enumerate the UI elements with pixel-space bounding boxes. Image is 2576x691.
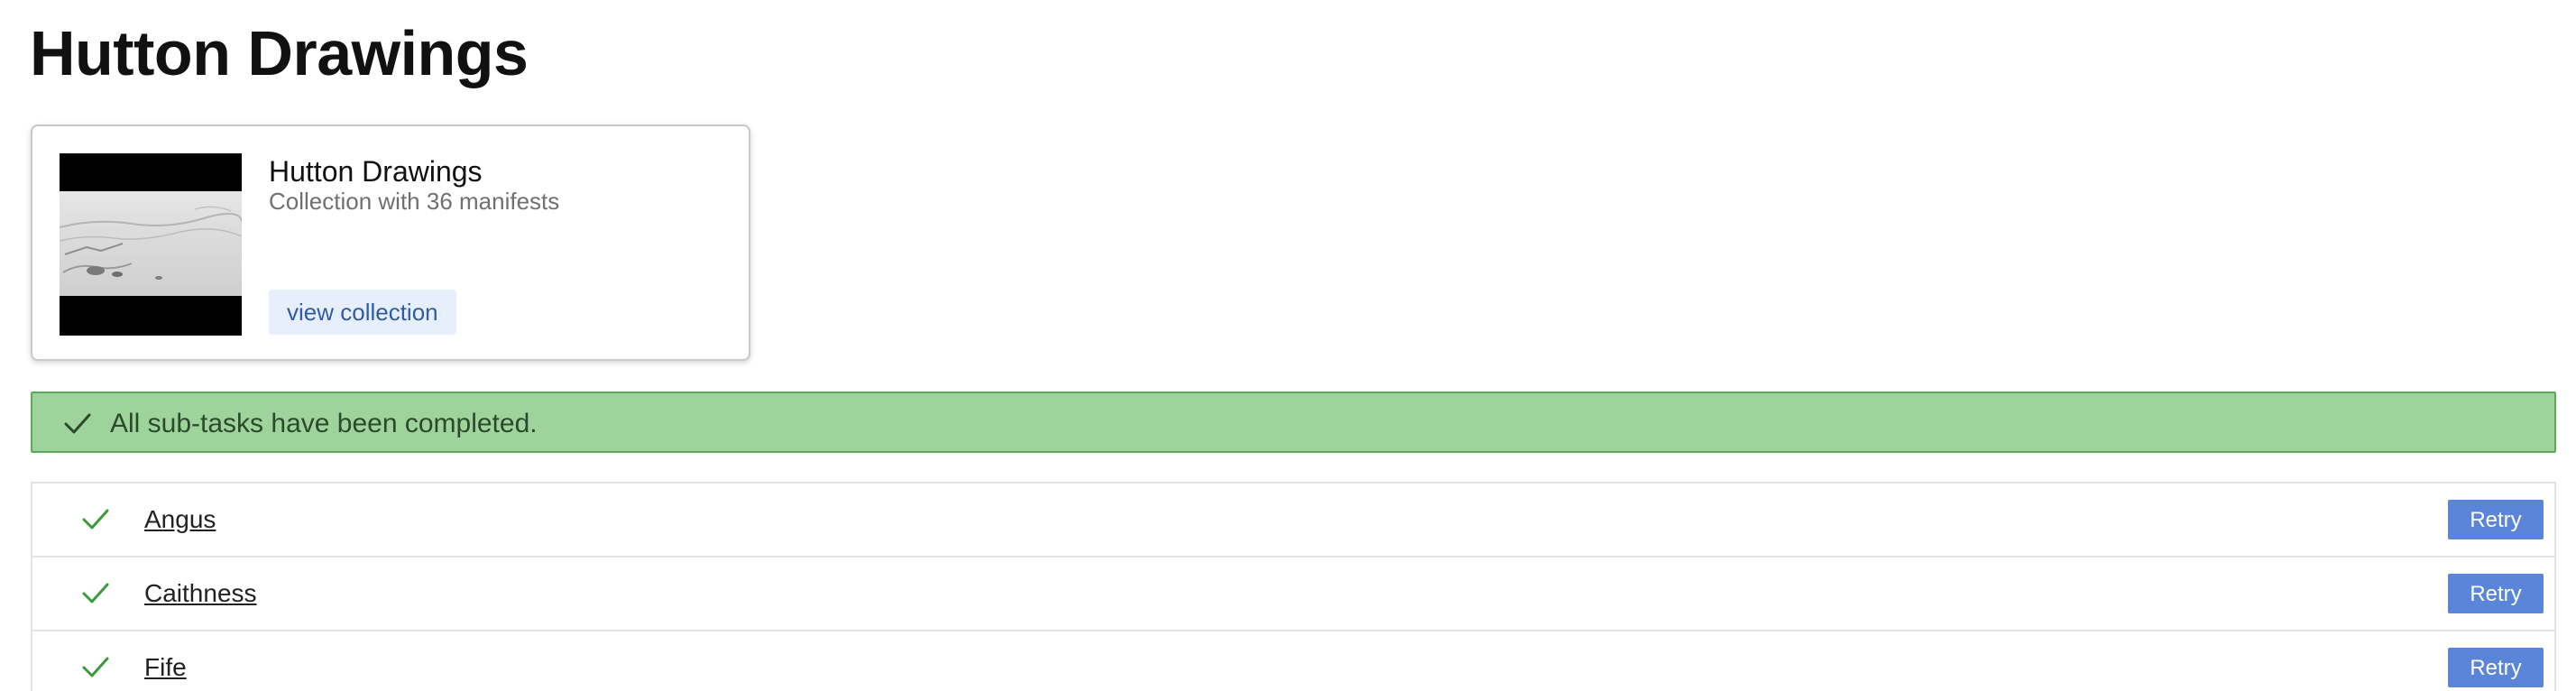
task-row: Fife Retry xyxy=(32,631,2554,691)
view-collection-button[interactable]: view collection xyxy=(269,290,456,335)
collection-subtitle: Collection with 36 manifests xyxy=(269,188,560,215)
retry-button[interactable]: Retry xyxy=(2448,500,2544,539)
check-icon xyxy=(63,411,92,441)
page-title: Hutton Drawings xyxy=(30,18,529,88)
task-list: Angus Retry Caithness Retry Fife Retry xyxy=(31,482,2556,691)
check-icon xyxy=(81,581,110,611)
collection-card: Hutton Drawings Collection with 36 manif… xyxy=(31,124,750,361)
task-link-angus[interactable]: Angus xyxy=(144,503,216,536)
drawing-image xyxy=(60,191,242,296)
task-row: Caithness Retry xyxy=(32,557,2554,631)
check-icon xyxy=(81,655,110,685)
task-row: Angus Retry xyxy=(32,484,2554,557)
task-link-fife[interactable]: Fife xyxy=(144,651,187,684)
banner-message: All sub-tasks have been completed. xyxy=(110,409,538,438)
check-icon xyxy=(81,507,110,537)
retry-button[interactable]: Retry xyxy=(2448,648,2544,687)
task-link-caithness[interactable]: Caithness xyxy=(144,577,257,610)
page: Hutton Drawings Hutton Drawings Collecti… xyxy=(0,0,2576,691)
collection-thumbnail[interactable] xyxy=(60,153,242,336)
success-banner: All sub-tasks have been completed. xyxy=(31,392,2556,453)
retry-button[interactable]: Retry xyxy=(2448,574,2544,613)
collection-title: Hutton Drawings xyxy=(269,155,483,188)
